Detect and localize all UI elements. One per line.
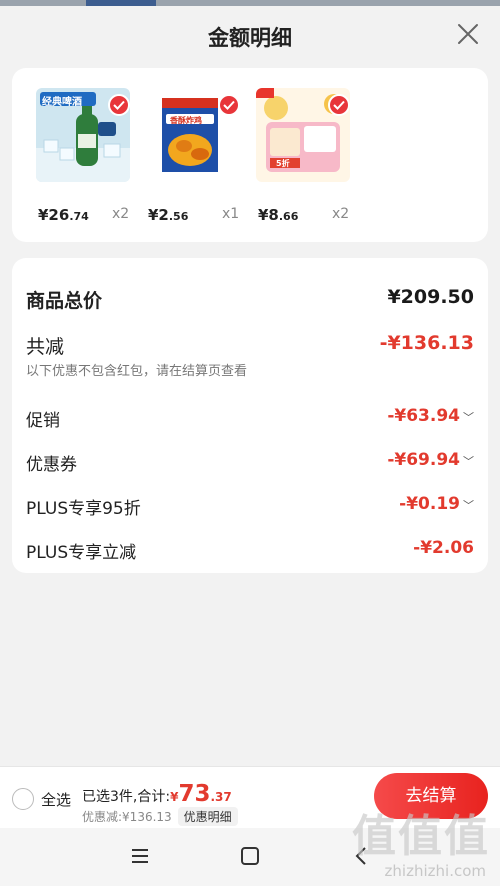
product-card: 经典啤酒 ¥26.74 x2 香酥炸鸡 ¥2.56 x1 5折 ¥8.66 x2 bbox=[12, 68, 488, 242]
discount-detail-tag[interactable]: 优惠明细 bbox=[177, 807, 238, 826]
watermark-url: zhizhizhi.com bbox=[384, 862, 486, 880]
selected-total: 已选3件,合计:¥73.37 bbox=[82, 781, 232, 807]
selected-check-icon[interactable] bbox=[108, 94, 130, 116]
amount-detail-sheet: 金额明细 经典啤酒 ¥26.74 x2 香酥炸鸡 ¥2.56 x1 5折 ¥8.… bbox=[0, 6, 500, 766]
promotion-label: 促销 bbox=[26, 411, 60, 431]
selected-check-icon[interactable] bbox=[218, 94, 240, 116]
plus-reduce-label: PLUS专享立减 bbox=[26, 543, 137, 563]
total-price-label: 商品总价 bbox=[26, 290, 103, 312]
product-price: ¥8.66 bbox=[258, 206, 299, 224]
home-icon[interactable] bbox=[240, 846, 260, 870]
product-qty: x1 bbox=[222, 206, 240, 222]
selected-check-icon[interactable] bbox=[328, 94, 350, 116]
chevron-down-icon: ﹀ bbox=[463, 455, 474, 468]
image-label: 5折 bbox=[276, 159, 290, 168]
product-price: ¥26.74 bbox=[38, 206, 89, 224]
sheet-title: 金额明细 bbox=[208, 26, 292, 50]
close-icon[interactable] bbox=[454, 20, 482, 48]
coupon-value: -¥69.94 ﹀ bbox=[387, 450, 474, 470]
price-summary-card: 商品总价 ¥209.50 共减 -¥136.13 以下优惠不包含红包，请在结算页… bbox=[12, 258, 488, 573]
total-price-value: ¥209.50 bbox=[387, 286, 474, 308]
plus-discount-label: PLUS专享95折 bbox=[26, 499, 141, 519]
reduce-note: 以下优惠不包含红包，请在结算页查看 bbox=[26, 364, 248, 379]
select-all-label[interactable]: 全选 bbox=[41, 789, 71, 810]
select-all-radio[interactable] bbox=[12, 788, 34, 810]
product-qty: x2 bbox=[332, 206, 350, 222]
image-label: 香酥炸鸡 bbox=[170, 116, 202, 125]
total-reduce-label: 共减 bbox=[26, 336, 65, 358]
promotion-value: -¥63.94 ﹀ bbox=[387, 406, 474, 426]
plus-reduce-value: -¥2.06 bbox=[413, 538, 474, 558]
total-reduce-value: -¥136.13 bbox=[379, 332, 474, 354]
chevron-down-icon: ﹀ bbox=[463, 499, 474, 512]
plus-discount-value: -¥0.19 ﹀ bbox=[399, 494, 474, 514]
chevron-down-icon: ﹀ bbox=[463, 411, 474, 424]
watermark-logo: 值值值 bbox=[352, 811, 490, 862]
coupon-label: 优惠券 bbox=[26, 455, 77, 475]
menu-icon[interactable] bbox=[130, 846, 150, 870]
discount-summary: 优惠减:¥136.13 优惠明细 bbox=[82, 807, 238, 826]
product-price: ¥2.56 bbox=[148, 206, 189, 224]
product-qty: x2 bbox=[112, 206, 130, 222]
image-label: 经典啤酒 bbox=[42, 97, 82, 108]
